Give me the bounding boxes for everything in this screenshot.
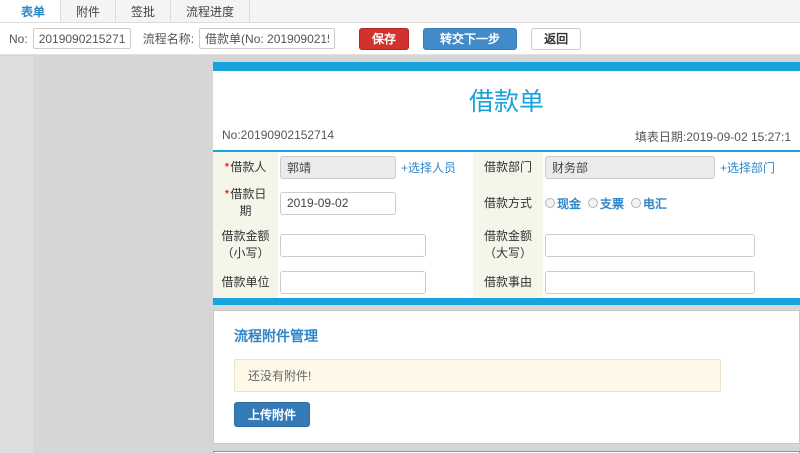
tab-attachments[interactable]: 附件 — [61, 0, 117, 22]
no-label: No: — [9, 31, 28, 46]
form-number-text: No:20190902152714 — [222, 128, 335, 142]
borrow-unit-input[interactable] — [280, 271, 426, 294]
tab-approval[interactable]: 签批 — [116, 0, 172, 22]
method-option-wire[interactable]: 电汇 — [631, 195, 667, 212]
radio-icon[interactable] — [545, 198, 555, 208]
radio-icon[interactable] — [631, 198, 642, 208]
no-attachments-alert: 还没有附件! — [234, 359, 721, 392]
amount-lower-field-cell — [278, 223, 473, 267]
select-department-link[interactable]: +选择部门 — [720, 159, 775, 176]
command-bar: No: 流程名称: 保存 转交下一步 返回 — [0, 23, 800, 55]
borrower-field-cell: +选择人员 — [278, 152, 473, 183]
amount-upper-label: 借款金额（大写） — [473, 223, 543, 267]
loan-form-card: 借款单 No:20190902152714 填表日期:2019-09-02 15… — [213, 62, 800, 305]
borrower-input[interactable] — [280, 156, 396, 179]
borrow-unit-field-cell — [278, 267, 473, 298]
process-name-input[interactable] — [199, 28, 336, 49]
form-meta-row: No:20190902152714 填表日期:2019-09-02 15:27:… — [213, 126, 800, 150]
borrow-reason-field-cell — [543, 267, 800, 298]
tab-form[interactable]: 表单 — [0, 0, 62, 22]
borrow-method-label: 借款方式 — [473, 183, 543, 223]
tab-bar: 表单 附件 签批 流程进度 — [0, 0, 800, 23]
borrower-label: *借款人 — [213, 152, 278, 183]
main-content: 借款单 No:20190902152714 填表日期:2019-09-02 15… — [213, 62, 800, 453]
process-name-label: 流程名称: — [142, 32, 195, 46]
department-input[interactable] — [545, 156, 715, 179]
required-asterisk: * — [224, 187, 230, 201]
form-fields-table: *借款人 +选择人员 借款部门 +选择部门 *借款日期 借款方式 现金 支票 电… — [213, 152, 800, 298]
collapsed-sidebar-strip — [0, 56, 33, 453]
attachment-panel-title: 流程附件管理 — [234, 328, 318, 344]
borrow-reason-label: 借款事由 — [473, 267, 543, 298]
attachment-panel: 流程附件管理 还没有附件! 上传附件 — [213, 310, 800, 444]
form-title: 借款单 — [468, 88, 544, 116]
amount-upper-field-cell — [543, 223, 800, 267]
amount-upper-input[interactable] — [545, 233, 755, 257]
select-person-link[interactable]: +选择人员 — [401, 159, 456, 176]
borrow-date-input[interactable] — [280, 191, 396, 215]
next-step-button[interactable]: 转交下一步 — [423, 27, 518, 50]
borrow-date-label: *借款日期 — [213, 183, 278, 223]
upload-attachment-button[interactable]: 上传附件 — [234, 402, 311, 427]
department-field-cell: +选择部门 — [543, 152, 800, 183]
save-button[interactable]: 保存 — [359, 27, 410, 50]
form-bottom-bar — [213, 298, 800, 305]
no-input[interactable] — [32, 28, 131, 49]
radio-icon[interactable] — [588, 198, 599, 208]
tab-process-progress[interactable]: 流程进度 — [171, 0, 251, 22]
amount-lower-label: 借款金额（小写） — [213, 223, 278, 267]
method-option-cheque[interactable]: 支票 — [588, 195, 624, 212]
required-asterisk: * — [224, 160, 230, 174]
method-option-cash[interactable]: 现金 — [545, 195, 581, 212]
form-top-bar — [213, 62, 800, 71]
form-date-text: 填表日期:2019-09-02 15:27:1 — [634, 130, 791, 144]
borrow-method-field-cell: 现金 支票 电汇 — [543, 183, 800, 223]
amount-lower-input[interactable] — [280, 233, 426, 257]
borrow-reason-input[interactable] — [545, 271, 755, 294]
back-button[interactable]: 返回 — [531, 27, 582, 50]
department-label: 借款部门 — [473, 152, 543, 183]
borrow-unit-label: 借款单位 — [213, 267, 278, 298]
borrow-date-field-cell — [278, 183, 473, 223]
